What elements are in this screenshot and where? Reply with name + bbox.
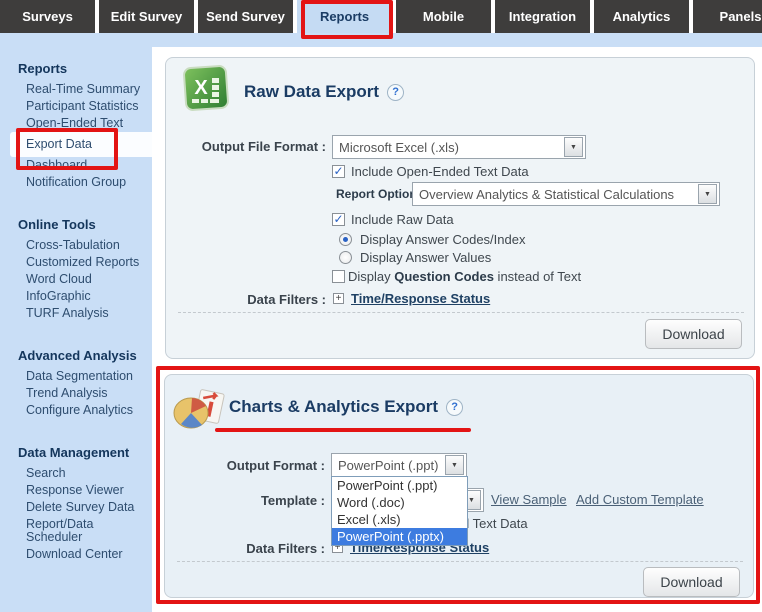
report-options-select[interactable]: Overview Analytics & Statistical Calcula… — [412, 182, 720, 206]
display-answer-codes-label[interactable]: Display Answer Codes/Index — [360, 232, 525, 247]
display-answer-values-radio[interactable] — [339, 251, 352, 264]
time-response-status-link[interactable]: Time/Response Status — [351, 291, 490, 306]
chevron-down-icon[interactable]: ▼ — [445, 455, 464, 475]
dropdown-option-xls[interactable]: Excel (.xls) — [332, 511, 467, 528]
sidebar-item-configure-analytics[interactable]: Configure Analytics — [0, 402, 152, 419]
sidebar-item-participant-statistics[interactable]: Participant Statistics — [0, 98, 152, 115]
chevron-down-icon[interactable]: ▼ — [564, 137, 583, 157]
nav-sub-strip — [0, 33, 762, 47]
sidebar-item-delete-survey-data[interactable]: Delete Survey Data — [0, 499, 152, 516]
sidebar-section-data-management: Data Management Search Response Viewer D… — [0, 445, 152, 563]
sidebar-item-real-time-summary[interactable]: Real-Time Summary — [0, 81, 152, 98]
sidebar-item-cross-tabulation[interactable]: Cross-Tabulation — [0, 237, 152, 254]
panel-title: Raw Data Export? — [244, 82, 404, 102]
display-answer-codes-radio[interactable] — [339, 233, 352, 246]
sidebar-item-dashboard[interactable]: Dashboard — [0, 157, 152, 174]
sidebar-section-title: Reports — [18, 61, 152, 77]
tab-panels[interactable]: Panels — [693, 0, 762, 33]
dropdown-option-pptx[interactable]: PowerPoint (.pptx) — [332, 528, 467, 545]
divider — [177, 561, 743, 562]
output-format-dropdown-list: PowerPoint (.ppt) Word (.doc) Excel (.xl… — [331, 476, 468, 546]
sidebar-item-infographic[interactable]: InfoGraphic — [0, 288, 152, 305]
app-window: Surveys Edit Survey Send Survey Reports … — [0, 0, 762, 612]
output-file-format-select[interactable]: Microsoft Excel (.xls) ▼ — [332, 135, 586, 159]
output-format-value: PowerPoint (.ppt) — [332, 458, 445, 473]
sidebar-section-title: Data Management — [18, 445, 152, 461]
tab-integration[interactable]: Integration — [495, 0, 590, 33]
tab-reports[interactable]: Reports — [297, 0, 392, 33]
sidebar-item-data-segmentation[interactable]: Data Segmentation — [0, 368, 152, 385]
sidebar-section-title: Advanced Analysis — [18, 348, 152, 364]
sidebar-item-download-center[interactable]: Download Center — [0, 546, 152, 563]
expand-icon[interactable]: + — [333, 293, 344, 304]
panel-title: Charts & Analytics Export? — [229, 397, 463, 417]
tab-mobile[interactable]: Mobile — [396, 0, 491, 33]
output-file-format-label: Output File Format : — [166, 139, 326, 154]
sidebar-section-title: Online Tools — [18, 217, 152, 233]
sidebar-item-open-ended-text[interactable]: Open-Ended Text — [0, 115, 152, 132]
download-button[interactable]: Download — [645, 319, 742, 349]
chevron-down-icon[interactable]: ▼ — [698, 184, 717, 204]
template-label: Template : — [165, 493, 325, 508]
pie-chart-icon — [171, 385, 225, 438]
sidebar-section-online-tools: Online Tools Cross-Tabulation Customized… — [0, 217, 152, 322]
report-options-value: Overview Analytics & Statistical Calcula… — [413, 187, 698, 202]
add-custom-template-link[interactable]: Add Custom Template — [576, 492, 704, 507]
include-raw-data-label[interactable]: Include Raw Data — [351, 212, 454, 227]
sidebar-item-word-cloud[interactable]: Word Cloud — [0, 271, 152, 288]
sidebar: Reports Real-Time Summary Participant St… — [0, 47, 152, 612]
view-sample-link[interactable]: View Sample — [491, 492, 567, 507]
output-format-select[interactable]: PowerPoint (.ppt) ▼ — [331, 453, 467, 477]
tab-surveys[interactable]: Surveys — [0, 0, 95, 33]
sidebar-item-response-viewer[interactable]: Response Viewer — [0, 482, 152, 499]
data-filters-label: Data Filters : — [166, 292, 326, 307]
annotation-title-underline — [215, 428, 471, 432]
dropdown-option-doc[interactable]: Word (.doc) — [332, 494, 467, 511]
tab-edit-survey[interactable]: Edit Survey — [99, 0, 194, 33]
include-open-ended-checkbox[interactable]: ✓ — [332, 165, 345, 178]
charts-analytics-export-panel: Charts & Analytics Export? Output Format… — [164, 374, 754, 598]
sidebar-item-trend-analysis[interactable]: Trend Analysis — [0, 385, 152, 402]
question-codes-pre: Display — [348, 269, 394, 284]
data-filters-label: Data Filters : — [165, 541, 325, 556]
sidebar-item-turf-analysis[interactable]: TURF Analysis — [0, 305, 152, 322]
include-open-ended-label[interactable]: Include Open-Ended Text Data — [351, 164, 529, 179]
output-format-label: Output Format : — [165, 458, 325, 473]
question-codes-bold: Question Codes — [394, 269, 494, 284]
panel-title-text: Raw Data Export — [244, 82, 379, 101]
panel-title-text: Charts & Analytics Export — [229, 397, 438, 416]
question-codes-post: instead of Text — [494, 269, 581, 284]
include-raw-data-checkbox[interactable]: ✓ — [332, 213, 345, 226]
tab-send-survey[interactable]: Send Survey — [198, 0, 293, 33]
sidebar-section-reports: Reports Real-Time Summary Participant St… — [0, 61, 152, 191]
sidebar-item-customized-reports[interactable]: Customized Reports — [0, 254, 152, 271]
sidebar-item-search[interactable]: Search — [0, 465, 152, 482]
divider — [178, 312, 744, 313]
raw-data-export-panel: X Raw Data Export? Output File Format : … — [165, 57, 755, 359]
sidebar-section-advanced-analysis: Advanced Analysis Data Segmentation Tren… — [0, 348, 152, 419]
top-nav: Surveys Edit Survey Send Survey Reports … — [0, 0, 762, 33]
dropdown-option-ppt[interactable]: PowerPoint (.ppt) — [332, 477, 467, 494]
display-answer-values-label[interactable]: Display Answer Values — [360, 250, 491, 265]
output-file-format-value: Microsoft Excel (.xls) — [333, 140, 564, 155]
question-codes-checkbox[interactable] — [332, 270, 345, 283]
download-button[interactable]: Download — [643, 567, 740, 597]
question-codes-label[interactable]: Display Question Codes instead of Text — [348, 269, 581, 284]
sidebar-item-report-data-scheduler[interactable]: Report/Data Scheduler — [0, 516, 152, 546]
help-icon[interactable]: ? — [446, 399, 463, 416]
sidebar-item-export-data[interactable]: Export Data — [10, 132, 152, 157]
svg-text:X: X — [194, 77, 208, 99]
excel-icon: X — [182, 64, 230, 117]
sidebar-item-notification-group[interactable]: Notification Group — [0, 174, 152, 191]
help-icon[interactable]: ? — [387, 84, 404, 101]
tab-analytics[interactable]: Analytics — [594, 0, 689, 33]
